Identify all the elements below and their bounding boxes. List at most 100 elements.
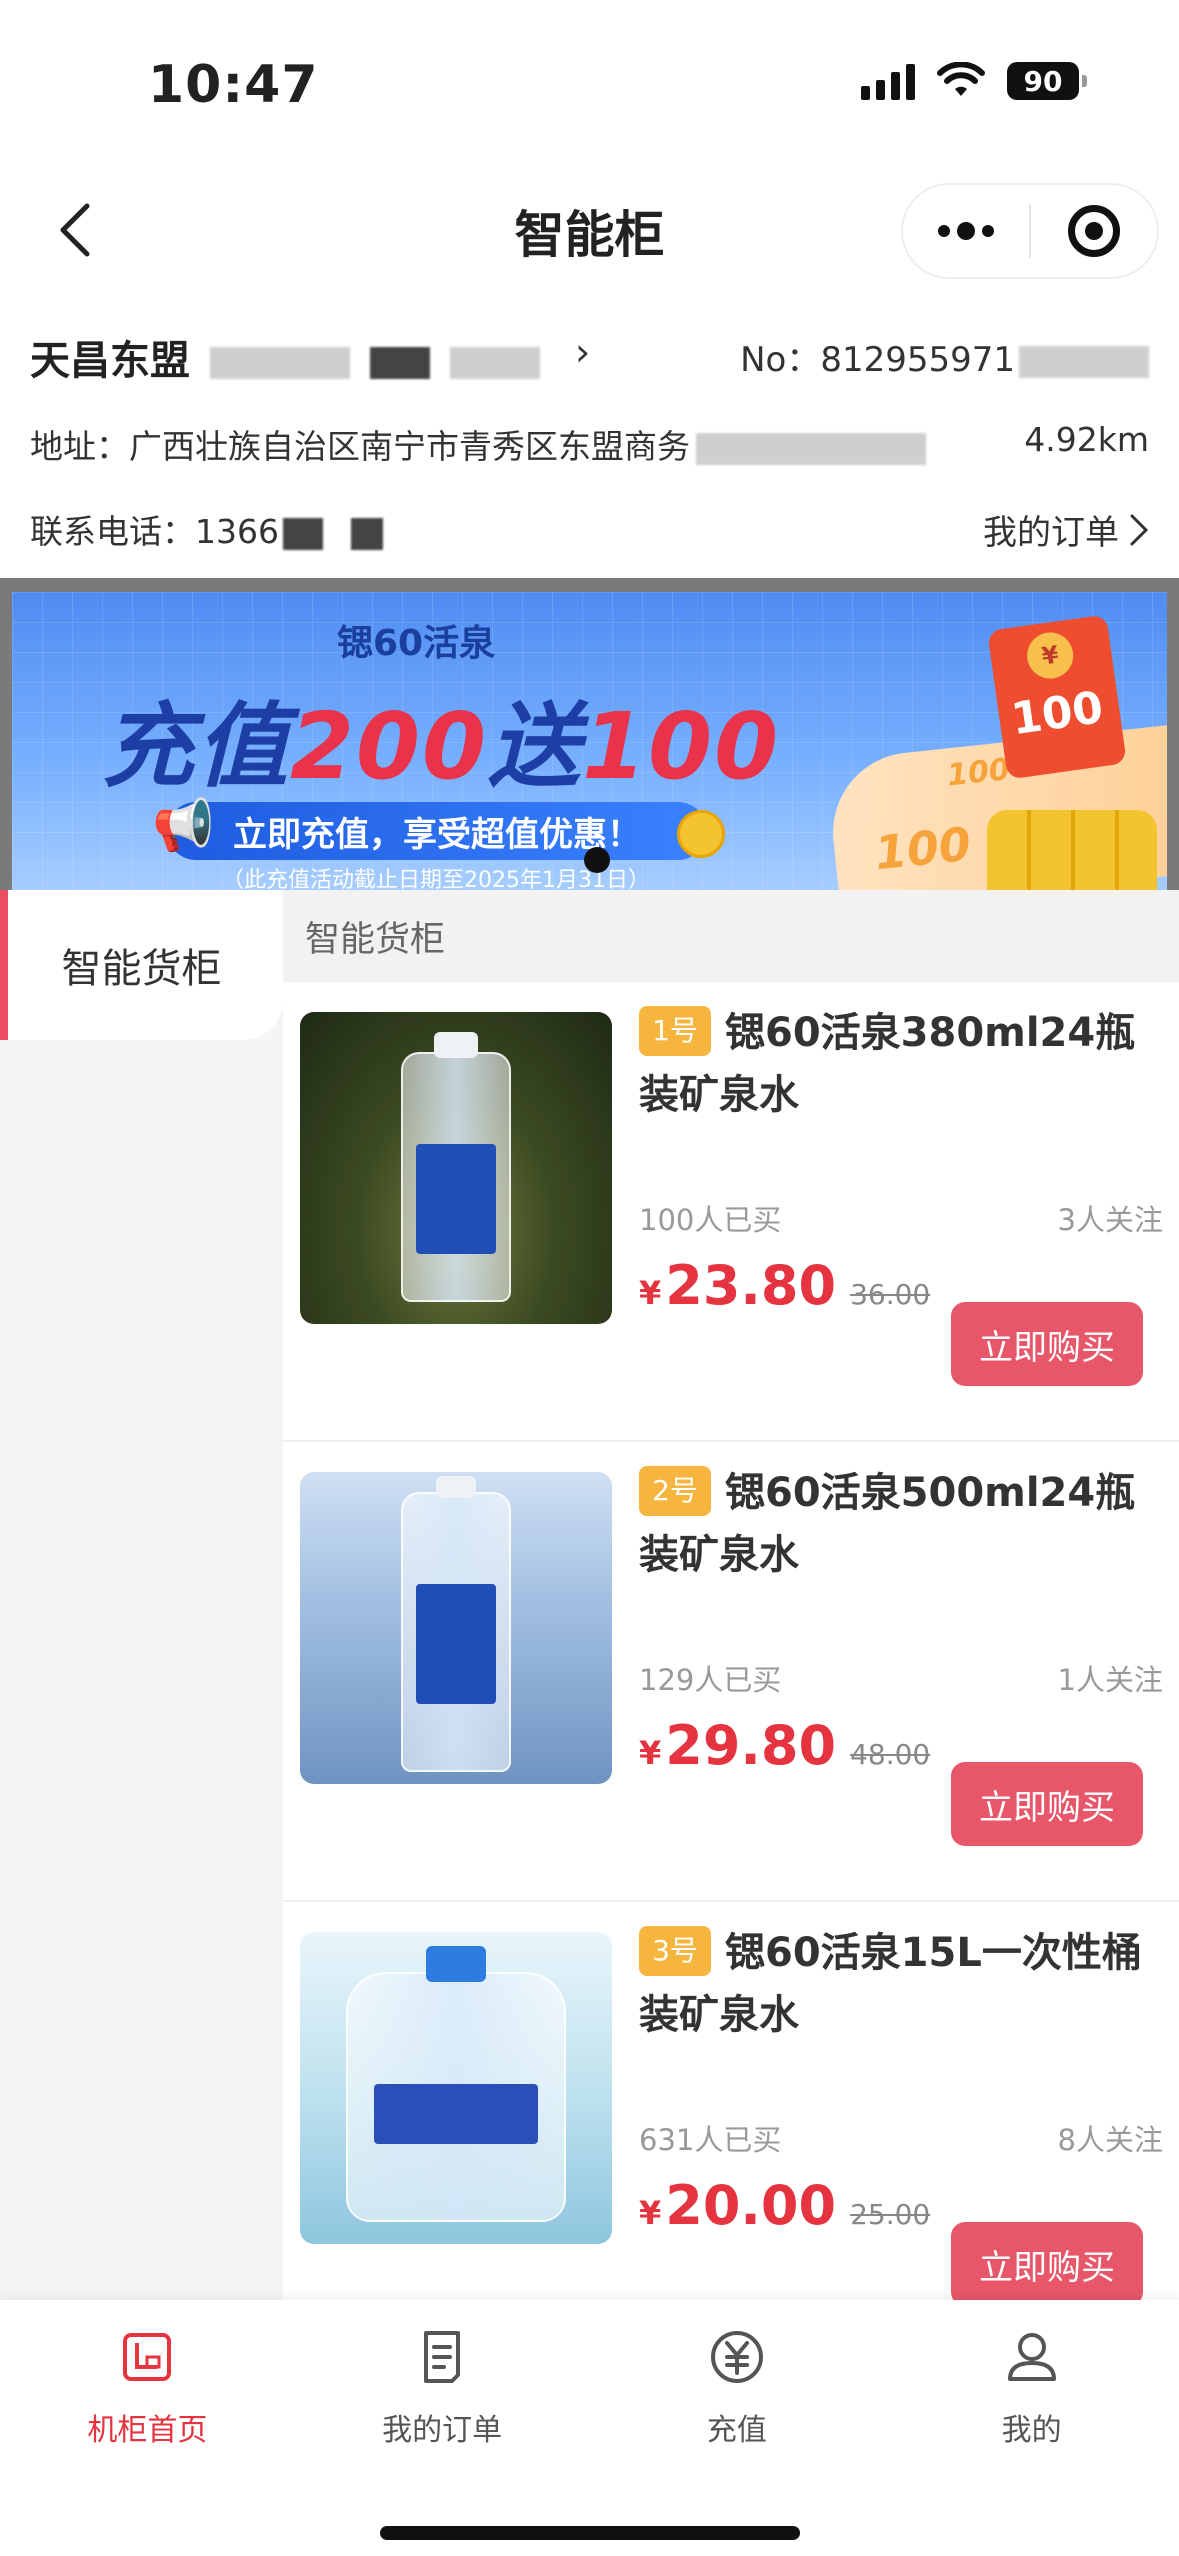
buy-now-button[interactable]: 立即购买 <box>951 2222 1143 2300</box>
sidebar-item-smart-cabinet[interactable]: 智能货柜 <box>0 890 283 1040</box>
buy-now-button[interactable]: 立即购买 <box>951 1302 1143 1386</box>
status-icons: 90 <box>861 62 1087 100</box>
redacted-block <box>350 517 383 550</box>
redacted-block <box>1019 345 1149 378</box>
sale-price: 23.80 <box>665 1254 837 1317</box>
product-title: 1号 锶60活泉380ml24瓶装矿泉水 <box>639 1002 1167 1126</box>
water-bottle-image <box>401 1476 511 1772</box>
chevron-right-icon: › <box>575 330 591 374</box>
product-stats: 129人已买 1人关注 <box>639 1657 1163 1699</box>
redacted-block <box>282 517 323 550</box>
more-button[interactable] <box>903 185 1029 277</box>
my-orders-link-label: 我的订单 <box>983 513 1119 553</box>
tab-profile[interactable]: 我的 <box>884 2300 1179 2475</box>
wifi-icon <box>937 62 985 96</box>
headline-amount: 200 <box>290 693 489 800</box>
cabinet-icon <box>123 2332 172 2381</box>
ribbon-value: 100 <box>872 816 974 881</box>
coin-icon <box>677 810 725 858</box>
redacted-block <box>209 347 350 379</box>
store-phone-text: 联系电话：1366 <box>30 512 279 551</box>
store-address: 地址：广西壮族自治区南宁市青秀区东盟商务 <box>30 420 926 468</box>
banner-indicator-dot <box>584 847 610 873</box>
product-name: 锶60活泉500ml24瓶装矿泉水 <box>639 1470 1136 1578</box>
target-icon <box>1068 205 1120 257</box>
slot-badge: 3号 <box>639 1926 711 1976</box>
tab-label: 充值 <box>706 2412 767 2448</box>
slot-badge: 2号 <box>639 1466 711 1516</box>
headline-bonus: 100 <box>582 693 781 800</box>
my-orders-link[interactable]: 我的订单 <box>983 505 1149 554</box>
product-info: 3号 锶60活泉15L一次性桶装矿泉水 <box>639 1922 1167 2046</box>
sale-price: 29.80 <box>665 1714 837 1777</box>
home-indicator <box>380 2526 800 2540</box>
red-packet-icon: ¥ 100 <box>987 614 1127 780</box>
price-row: ¥23.80 36.00 <box>639 1254 930 1317</box>
product-info: 1号 锶60活泉380ml24瓶装矿泉水 <box>639 1002 1167 1126</box>
product-title: 3号 锶60活泉15L一次性桶装矿泉水 <box>639 1922 1167 2046</box>
category-sidebar: 智能货柜 <box>0 890 283 2300</box>
yuan-seal-icon: ¥ <box>1024 629 1077 682</box>
store-name[interactable]: 天昌东盟 <box>30 328 540 386</box>
currency-symbol: ¥ <box>639 2194 662 2232</box>
slot-badge: 1号 <box>639 1006 711 1056</box>
tab-my-orders[interactable]: 我的订单 <box>295 2300 590 2475</box>
redacted-block <box>696 432 926 465</box>
megaphone-icon: 📢 <box>152 796 215 854</box>
price-row: ¥20.00 25.00 <box>639 2174 930 2237</box>
battery-level: 90 <box>1023 64 1063 98</box>
product-item[interactable]: 1号 锶60活泉380ml24瓶装矿泉水 100人已买 3人关注 ¥23.80 36.… <box>283 982 1179 1442</box>
promo-banner-area: 锶60活泉 充值200送100 立即充值，享受超值优惠！ 📢 （此充值活动截止日… <box>0 578 1179 890</box>
store-number: No：812955971 <box>740 332 1149 381</box>
status-time: 10:47 <box>148 55 319 115</box>
bought-count: 100人已买 <box>639 1203 782 1237</box>
user-icon <box>1007 2332 1056 2381</box>
store-distance: 4.92km <box>1024 420 1149 459</box>
ribbon-value: 100 <box>945 752 1012 794</box>
bought-count: 129人已买 <box>639 1663 782 1697</box>
bottom-tab-bar: 机柜首页 我的订单 充值 我的 <box>0 2300 1179 2556</box>
tab-label: 我的 <box>1001 2412 1062 2448</box>
store-number-text: No：812955971 <box>740 340 1015 380</box>
banner-subline: 立即充值，享受超值优惠！ <box>167 802 707 860</box>
follow-count: 3人关注 <box>1057 1203 1163 1237</box>
tab-recharge[interactable]: 充值 <box>590 2300 885 2475</box>
product-stats: 631人已买 8人关注 <box>639 2117 1163 2159</box>
original-price: 25.00 <box>850 2198 931 2231</box>
original-price: 48.00 <box>850 1738 931 1771</box>
product-title: 2号 锶60活泉500ml24瓶装矿泉水 <box>639 1462 1167 1586</box>
headline-mid: 送 <box>488 693 583 800</box>
store-phone: 联系电话：1366 <box>30 505 383 553</box>
sale-price: 20.00 <box>665 2174 837 2237</box>
chevron-right-icon <box>1130 514 1149 545</box>
battery-icon: 90 <box>1007 62 1087 100</box>
more-dots-icon <box>938 222 994 240</box>
red-packet-amount: 100 <box>1008 681 1107 746</box>
product-item[interactable]: 2号 锶60活泉500ml24瓶装矿泉水 129人已买 1人关注 ¥29.80 48.… <box>283 1442 1179 1902</box>
tab-label: 机柜首页 <box>87 2412 208 2448</box>
product-info: 2号 锶60活泉500ml24瓶装矿泉水 <box>639 1462 1167 1586</box>
close-mini-program-button[interactable] <box>1031 185 1157 277</box>
price-row: ¥29.80 48.00 <box>639 1714 930 1777</box>
product-image[interactable] <box>300 1472 612 1784</box>
coin-stack-icon <box>987 810 1157 890</box>
buy-now-button[interactable]: 立即购买 <box>951 1762 1143 1846</box>
cellular-signal-icon <box>861 62 915 100</box>
recharge-promo-banner[interactable]: 锶60活泉 充值200送100 立即充值，享受超值优惠！ 📢 （此充值活动截止日… <box>12 592 1167 890</box>
redacted-block <box>449 347 540 379</box>
product-list: 智能货柜 1号 锶60活泉380ml24瓶装矿泉水 100人已买 3人关注 ¥23.… <box>283 890 1179 2300</box>
product-stats: 100人已买 3人关注 <box>639 1197 1163 1239</box>
section-header: 智能货柜 <box>283 890 1179 982</box>
tab-cabinet-home[interactable]: 机柜首页 <box>0 2300 295 2475</box>
sidebar-item-label: 智能货柜 <box>61 946 222 992</box>
store-name-text: 天昌东盟 <box>30 338 190 384</box>
status-bar: 10:47 90 <box>0 0 1179 175</box>
yuan-coin-icon <box>710 2330 763 2383</box>
product-image[interactable] <box>300 1012 612 1324</box>
original-price: 36.00 <box>850 1278 931 1311</box>
product-image[interactable] <box>300 1932 612 2244</box>
product-item[interactable]: 3号 锶60活泉15L一次性桶装矿泉水 631人已买 8人关注 ¥20.00 25.0… <box>283 1902 1179 2300</box>
banner-headline: 充值200送100 <box>102 672 780 805</box>
redacted-block <box>369 347 430 379</box>
follow-count: 1人关注 <box>1057 1663 1163 1697</box>
